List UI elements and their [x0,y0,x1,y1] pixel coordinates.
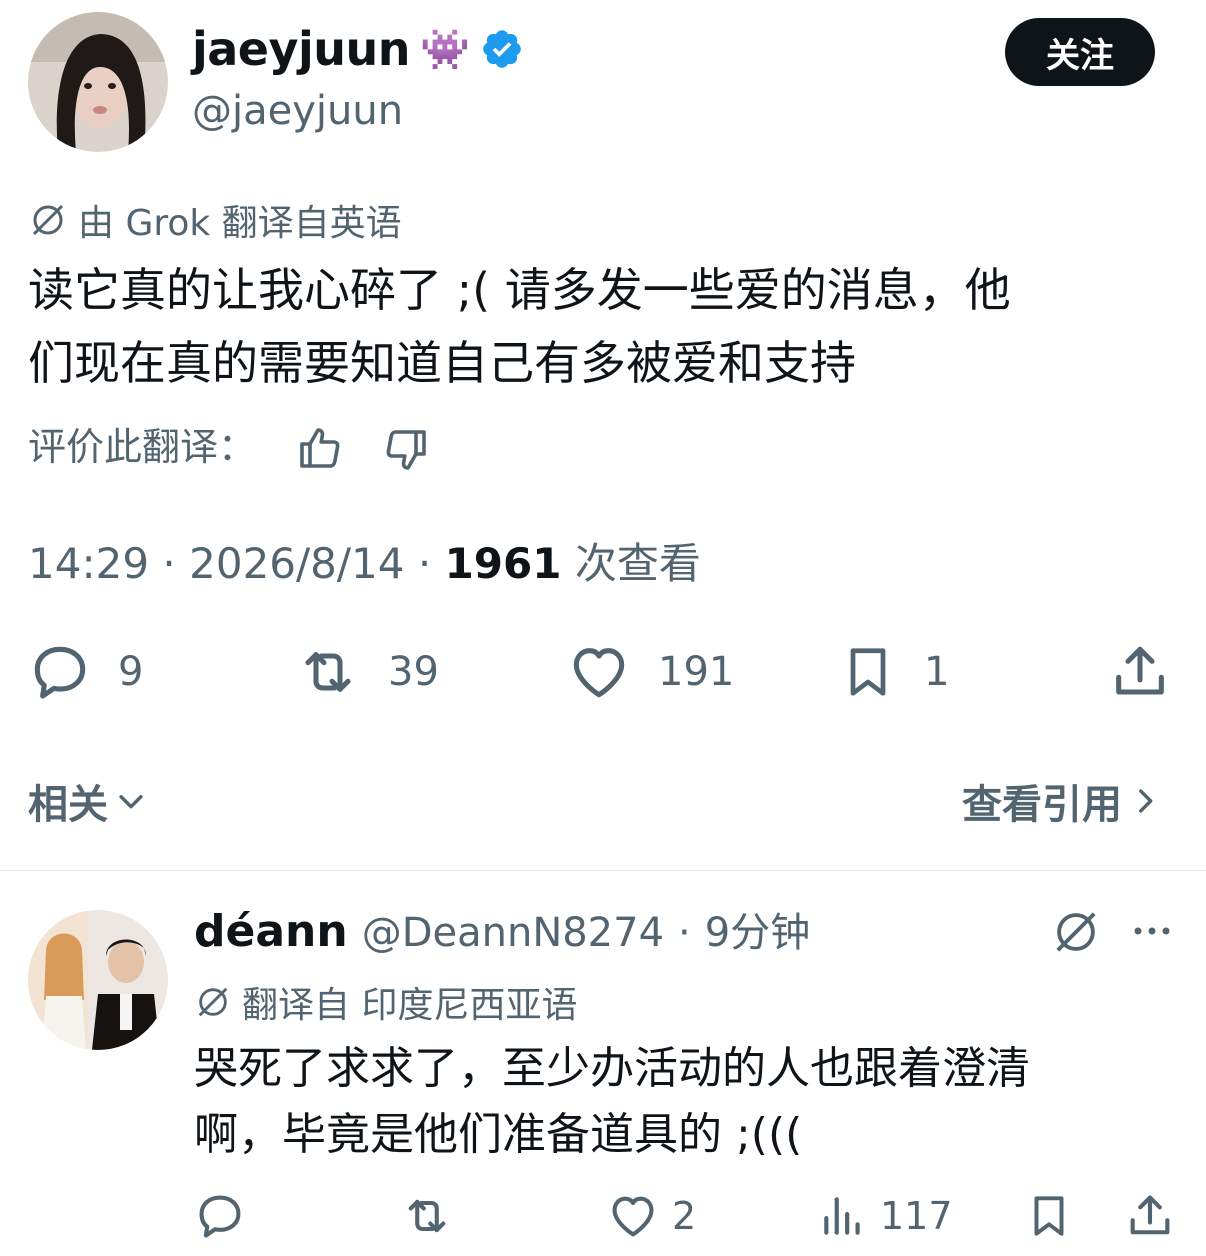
repost-count: 39 [388,649,439,695]
author-emoji: 👾 [420,26,470,73]
reply-author-name[interactable]: déann [194,906,348,957]
speech-bubble-icon [28,640,92,704]
reply-translation-note-text: 翻译自 印度尼西亚语 [242,985,578,1026]
translation-note-text: 由 Grok 翻译自英语 [78,203,402,244]
views-chart-icon [818,1190,868,1242]
rate-translation-label: 评价此翻译： [28,425,257,469]
tweet-date[interactable]: 2026/8/14 [189,539,404,588]
views-count: 1961 [444,539,562,588]
bookmark-icon[interactable] [1024,1190,1074,1242]
tweet-time[interactable]: 14:29 [28,539,149,588]
heart-icon [606,1190,660,1242]
more-options-icon[interactable] [1130,914,1174,948]
chevron-right-icon [1128,784,1162,818]
reply-text-line2: 啊，毕竟是他们准备道具的 ;((( [194,1109,803,1160]
thumbs-up-icon[interactable] [296,424,344,472]
grok-slash-icon [28,200,68,240]
author-handle[interactable]: @jaeyjuun [192,88,403,134]
reply-translation-note[interactable]: 翻译自 印度尼西亚语 [194,976,577,1028]
like-action[interactable]: 191 [566,640,734,704]
like-count: 191 [658,649,735,695]
reply-text-line1: 哭死了求求了，至少办活动的人也跟着澄清 [194,1043,1030,1094]
share-upload-icon[interactable] [1108,640,1172,704]
reply-time[interactable]: 9分钟 [705,900,810,958]
repost-action[interactable]: 39 [294,640,439,704]
reply-like-count: 2 [672,1194,697,1238]
tweet-text-line2: 们现在真的需要知道自己有多被爱和支持 [28,336,856,390]
verified-badge-icon [480,27,524,71]
bookmark-action[interactable]: 1 [838,640,949,704]
reply-views-count: 117 [880,1194,953,1238]
reply-header: déann @DeannN8274 · 9分钟 [194,900,810,958]
thumbs-down-icon[interactable] [382,426,430,474]
share-upload-icon[interactable] [1124,1190,1176,1242]
grok-slash-icon [194,983,232,1021]
reply-action[interactable]: 9 [28,640,143,704]
bookmark-icon [838,640,898,704]
views-label: 次查看 [574,539,701,588]
tweet-text-line1: 读它真的让我心碎了 ;( 请多发一些爱的消息，他 [28,263,1011,317]
reply-author-handle[interactable]: @DeannN8274 [362,910,664,956]
section-divider [0,870,1206,871]
related-dropdown[interactable]: 相关 [28,772,148,830]
chevron-down-icon [114,784,148,818]
tweet-meta: 14:29 · 2026/8/14 · 1961 次查看 [28,539,701,588]
grok-slash-icon[interactable] [1050,906,1102,958]
author-avatar[interactable] [28,12,168,152]
repost-arrows-icon [294,640,362,704]
bookmark-count: 1 [924,649,950,695]
reply-like-action[interactable]: 2 [606,1190,696,1242]
reply-count: 9 [118,649,144,695]
heart-icon [566,640,632,704]
author-name[interactable]: jaeyjuun [192,22,411,76]
repost-arrows-icon[interactable] [398,1190,456,1242]
view-quotes-label: 查看引用 [962,782,1122,828]
speech-bubble-icon[interactable] [194,1190,246,1242]
follow-button[interactable]: 关注 [1005,18,1155,86]
translation-note[interactable]: 由 Grok 翻译自英语 [28,194,402,246]
view-quotes-link[interactable]: 查看引用 [962,772,1162,830]
reply-views-action[interactable]: 117 [818,1190,953,1242]
reply-author-avatar[interactable] [28,910,168,1050]
related-label: 相关 [28,782,108,828]
